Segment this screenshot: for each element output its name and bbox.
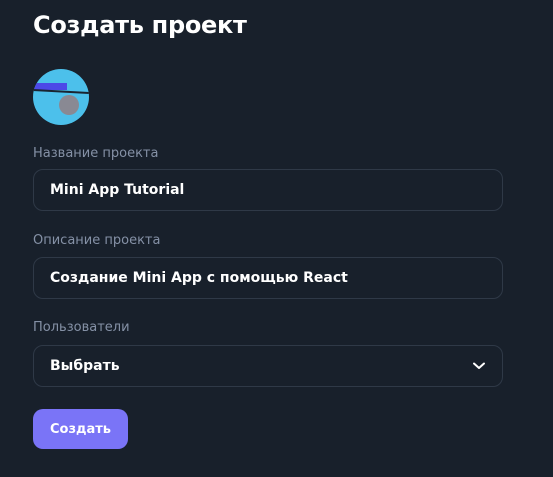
create-project-page: Создать проект Название проекта Описание… (0, 0, 553, 477)
project-avatar-icon[interactable] (33, 69, 89, 125)
users-label: Пользователи (33, 320, 130, 335)
users-select[interactable]: Выбрать (33, 345, 503, 387)
page-title: Создать проект (33, 11, 247, 39)
create-button[interactable]: Создать (33, 409, 128, 449)
project-description-label: Описание проекта (33, 233, 161, 248)
chevron-down-icon (472, 361, 486, 371)
project-name-label: Название проекта (33, 146, 159, 161)
project-name-input[interactable] (34, 170, 502, 210)
project-name-field-container (33, 169, 503, 211)
project-description-input[interactable] (34, 258, 502, 298)
users-select-value: Выбрать (50, 358, 120, 374)
project-description-field-container (33, 257, 503, 299)
